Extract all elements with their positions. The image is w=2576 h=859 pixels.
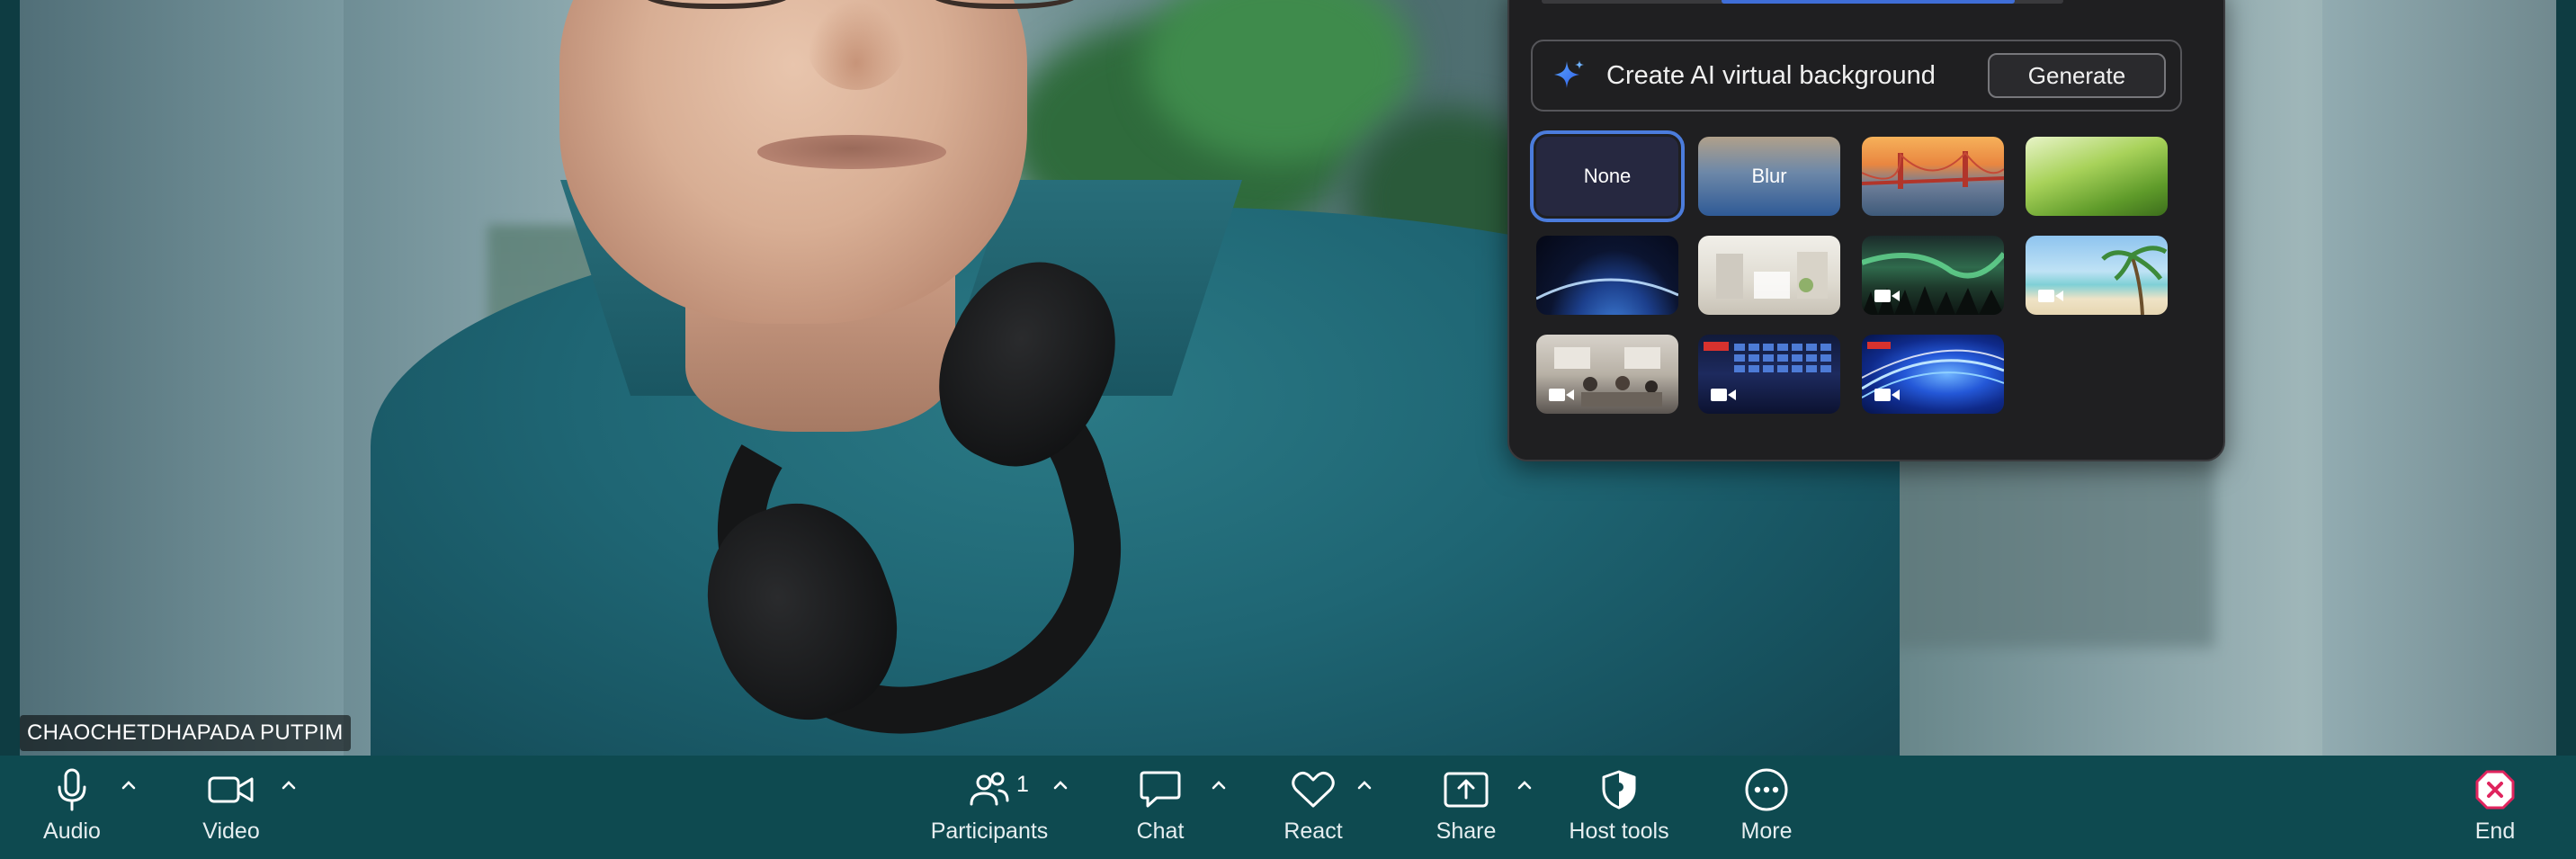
react-options-chevron-up-icon[interactable]: [1355, 775, 1374, 795]
video-background-icon: [1711, 389, 1736, 401]
host-tools-button[interactable]: Host tools: [1556, 756, 1682, 859]
end-meeting-button[interactable]: End: [2450, 756, 2540, 859]
ai-background-label: Create AI virtual background: [1606, 60, 1936, 90]
share-screen-icon: [1444, 772, 1489, 808]
background-grass[interactable]: [2026, 137, 2168, 216]
background-golden-gate-bridge[interactable]: [1862, 137, 2004, 216]
audio-label: Audio: [43, 819, 101, 844]
heart-icon: [1292, 771, 1335, 808]
chat-label: Chat: [1136, 819, 1185, 844]
background-earth-from-space[interactable]: [1536, 236, 1678, 315]
participants-button[interactable]: Participants: [917, 756, 1061, 859]
background-blue-light-streaks[interactable]: [1862, 335, 2004, 414]
participant-name-tag: CHAOCHETDHAPADA PUTPIM: [20, 715, 351, 751]
video-background-icon: [1874, 290, 1900, 302]
more-button[interactable]: More: [1722, 756, 1811, 859]
background-none-label: None: [1583, 165, 1632, 187]
participants-label: Participants: [930, 819, 1049, 844]
share-label: Share: [1436, 819, 1497, 844]
audio-options-chevron-up-icon[interactable]: [119, 775, 139, 795]
background-white-office[interactable]: [1698, 236, 1840, 315]
background-aurora[interactable]: [1862, 236, 2004, 315]
generate-button[interactable]: Generate: [1988, 53, 2166, 98]
background-none[interactable]: None: [1530, 130, 1685, 222]
more-label: More: [1740, 819, 1793, 844]
more-ellipsis-icon: [1745, 768, 1788, 811]
meeting-window: CHAOCHETDHAPADA PUTPIM Create AI virtual…: [0, 0, 2576, 859]
chat-button[interactable]: Chat: [1115, 756, 1205, 859]
video-button[interactable]: Video: [186, 756, 276, 859]
react-label: React: [1284, 819, 1343, 844]
participants-count: 1: [1016, 772, 1029, 797]
audio-button[interactable]: Audio: [27, 756, 117, 859]
create-ai-background-row[interactable]: Create AI virtual background Generate: [1531, 40, 2182, 112]
virtual-background-panel: Create AI virtual background Generate No…: [1507, 0, 2225, 461]
video-background-icon: [1549, 389, 1574, 401]
participants-icon: [970, 772, 1009, 806]
microphone-icon: [58, 768, 86, 811]
background-news-studio[interactable]: [1698, 335, 1840, 414]
shield-icon: [1602, 770, 1636, 810]
panel-scroll-indicator: [1542, 0, 2063, 4]
meeting-toolbar: Audio Video Participants 1 Chat React Sh…: [0, 756, 2576, 859]
background-meeting-room[interactable]: [1536, 335, 1678, 414]
background-beach-palm[interactable]: [2026, 236, 2168, 315]
ai-sparkle-icon: [1554, 60, 1584, 88]
chat-bubble-icon: [1140, 771, 1181, 808]
end-label: End: [2474, 819, 2516, 844]
end-meeting-icon: [2475, 770, 2515, 810]
participants-options-chevron-up-icon[interactable]: [1051, 775, 1070, 795]
host-tools-label: Host tools: [1569, 819, 1669, 844]
video-camera-icon: [208, 776, 254, 803]
background-blur-label: Blur: [1751, 165, 1787, 187]
background-blur[interactable]: Blur: [1698, 137, 1840, 216]
share-options-chevron-up-icon[interactable]: [1515, 775, 1534, 795]
chat-options-chevron-up-icon[interactable]: [1209, 775, 1229, 795]
video-background-icon: [1874, 389, 1900, 401]
video-background-icon: [2038, 290, 2063, 302]
video-label: Video: [202, 819, 260, 844]
share-button[interactable]: Share: [1421, 756, 1511, 859]
video-options-chevron-up-icon[interactable]: [279, 775, 299, 795]
react-button[interactable]: React: [1268, 756, 1358, 859]
